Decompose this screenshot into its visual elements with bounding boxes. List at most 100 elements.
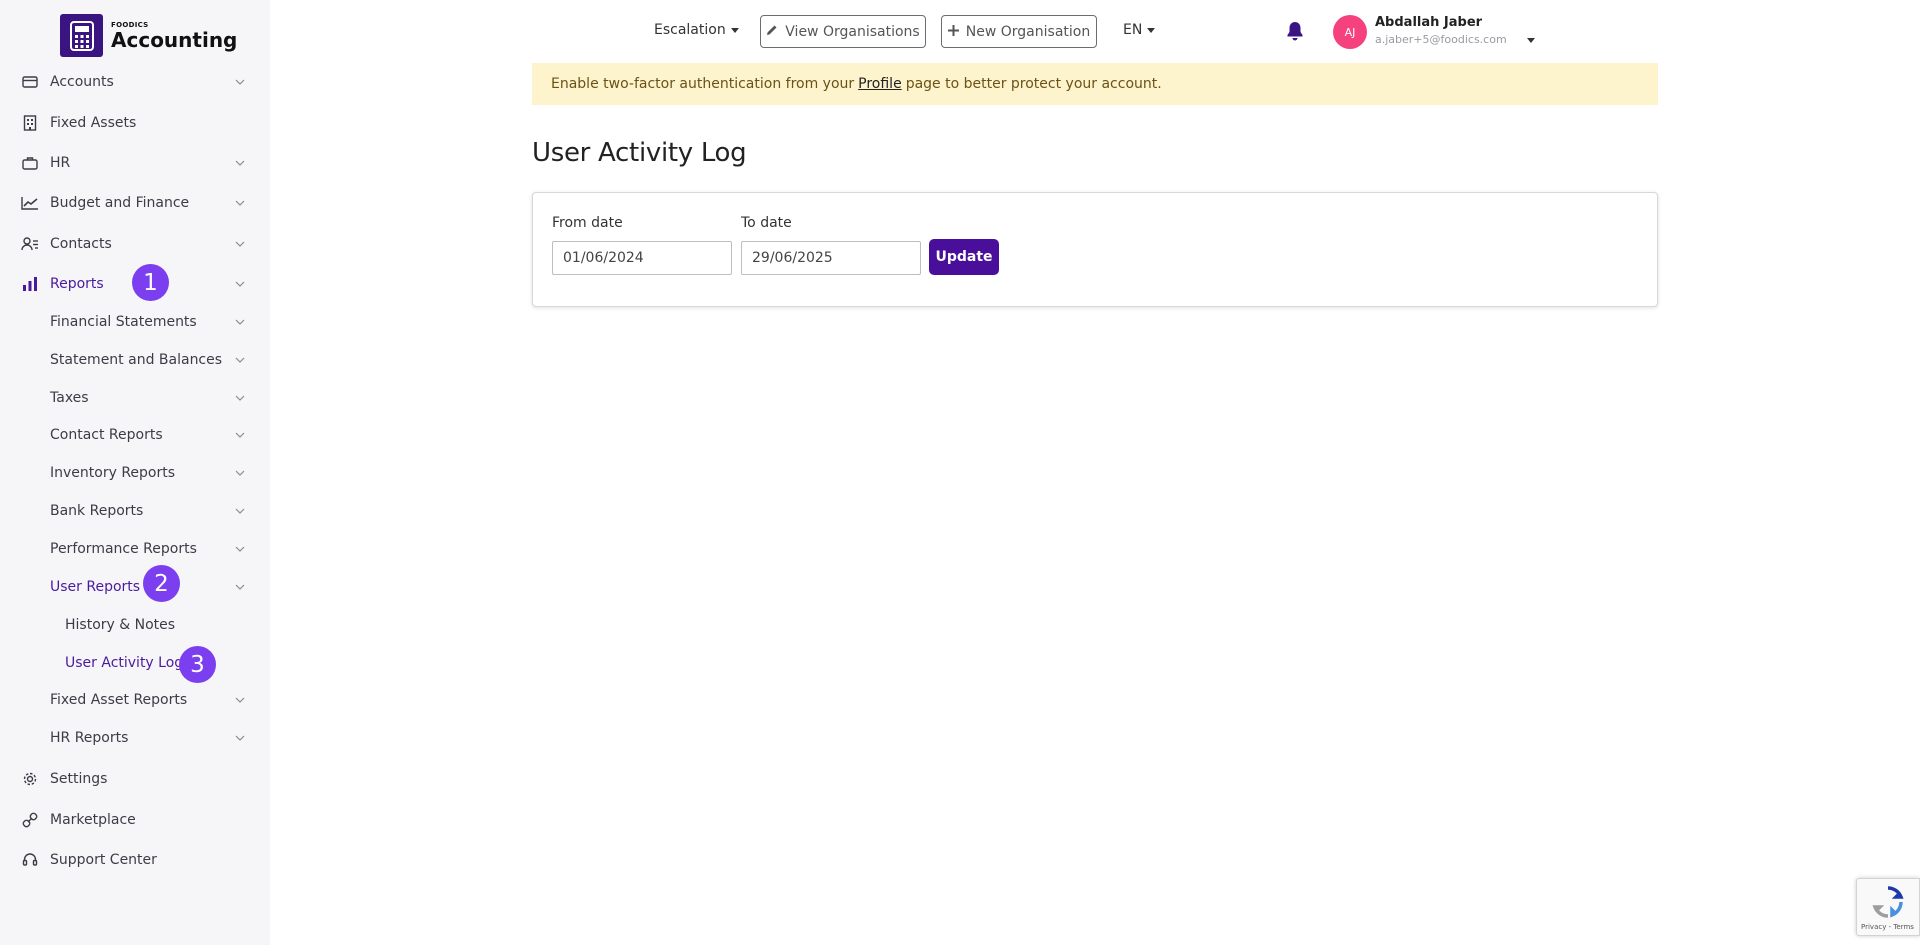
alert-text-after: page to better protect your account. (905, 76, 1162, 92)
sidebar-subitem-label: Inventory Reports (50, 465, 176, 481)
recaptcha-links[interactable]: Privacy - Terms (1861, 923, 1914, 931)
profile-link[interactable]: Profile (858, 76, 902, 92)
sidebar-item-budget-and-finance[interactable]: Budget and Finance (0, 188, 270, 218)
update-button[interactable]: Update (929, 239, 999, 275)
chevron-down-icon (234, 238, 246, 250)
sidebar-item-fixed-assets[interactable]: Fixed Assets (0, 108, 270, 138)
user-menu-caret-icon[interactable] (1527, 28, 1535, 47)
sidebar-subitem-label: History & Notes (65, 617, 176, 633)
sidebar-subitem-history-notes[interactable]: History & Notes (0, 610, 270, 640)
chevron-down-icon (234, 732, 246, 744)
view-organisations-button[interactable]: View Organisations (760, 15, 926, 48)
chevron-down-icon (234, 581, 246, 593)
wallet-icon (21, 73, 39, 91)
user-name[interactable]: Abdallah Jaber (1375, 15, 1482, 30)
sidebar-item-label: Contacts (50, 236, 112, 252)
sidebar-subitem-label: Fixed Asset Reports (50, 692, 188, 708)
sidebar-subitem-label: Financial Statements (50, 314, 197, 330)
escalation-dropdown[interactable]: Escalation (654, 22, 739, 38)
building-icon (21, 114, 39, 132)
sidebar-subitem-label: User Reports (50, 579, 141, 595)
sidebar-item-accounts[interactable]: Accounts (0, 67, 270, 97)
sidebar-subitem-label: Bank Reports (50, 503, 144, 519)
from-date-input[interactable] (552, 241, 732, 275)
sidebar-subitem-contact-reports[interactable]: Contact Reports (0, 420, 270, 450)
sidebar-subitem-performance-reports[interactable]: Performance Reports (0, 534, 270, 564)
pencil-icon (766, 24, 778, 40)
sidebar-subitem-user-activity-log[interactable]: User Activity Log (0, 648, 270, 678)
sidebar-subitem-financial-statements[interactable]: Financial Statements (0, 307, 270, 337)
chevron-down-icon (234, 467, 246, 479)
plus-icon (947, 24, 959, 40)
sidebar-subitem-inventory-reports[interactable]: Inventory Reports (0, 458, 270, 488)
escalation-label: Escalation (654, 22, 726, 38)
sidebar-item-settings[interactable]: Settings (0, 764, 270, 794)
sidebar-item-label: Marketplace (50, 812, 136, 828)
gear-icon (21, 770, 39, 788)
calculator-icon (60, 14, 103, 57)
two-factor-alert: Enable two-factor authentication from yo… (532, 63, 1658, 105)
sidebar-subitem-fixed-asset-reports[interactable]: Fixed Asset Reports (0, 685, 270, 715)
step-badge-3: 3 (179, 646, 216, 683)
sidebar-subitem-label: Performance Reports (50, 541, 197, 557)
sidebar-item-marketplace[interactable]: Marketplace (0, 805, 270, 835)
to-date-input[interactable] (741, 241, 921, 275)
avatar[interactable]: AJ (1333, 15, 1367, 49)
recaptcha-icon (1871, 885, 1905, 923)
sidebar-item-contacts[interactable]: Contacts (0, 229, 270, 259)
sidebar-subitem-label: Taxes (50, 390, 89, 406)
user-email: a.jaber+5@foodics.com (1375, 33, 1507, 46)
chevron-down-icon (234, 197, 246, 209)
sidebar-item-hr[interactable]: HR (0, 148, 270, 178)
new-organisation-label: New Organisation (965, 23, 1091, 40)
sidebar-item-label: Support Center (50, 852, 157, 868)
bar-chart-icon (21, 275, 39, 293)
sidebar-item-support-center[interactable]: Support Center (0, 845, 270, 875)
chevron-down-icon (234, 278, 246, 290)
caret-down-icon (1147, 27, 1156, 33)
chevron-down-icon (234, 354, 246, 366)
sidebar-item-label: Budget and Finance (50, 195, 190, 211)
logo-product: Accounting (111, 27, 238, 52)
sidebar-item-label: HR (50, 155, 71, 171)
step-badge-2: 2 (143, 565, 180, 602)
chevron-down-icon (234, 316, 246, 328)
new-organisation-button[interactable]: New Organisation (941, 15, 1097, 48)
sidebar-subitem-label: Statement and Balances (50, 352, 223, 368)
chevron-down-icon (234, 694, 246, 706)
chevron-down-icon (234, 76, 246, 88)
chevron-down-icon (234, 429, 246, 441)
step-badge-1: 1 (132, 264, 169, 301)
chevron-down-icon (234, 505, 246, 517)
sidebar-subitem-taxes[interactable]: Taxes (0, 383, 270, 413)
sidebar-subitem-hr-reports[interactable]: HR Reports (0, 723, 270, 753)
recaptcha-badge[interactable]: Privacy - Terms (1856, 878, 1920, 936)
language-label: EN (1123, 22, 1143, 38)
contacts-icon (21, 235, 39, 253)
app-logo[interactable]: FOODICS Accounting (60, 14, 237, 57)
sidebar-item-label: Reports (50, 276, 104, 292)
chevron-down-icon (234, 543, 246, 555)
chevron-down-icon (234, 392, 246, 404)
view-organisations-label: View Organisations (785, 23, 920, 40)
chevron-down-icon (234, 157, 246, 169)
bell-icon[interactable] (1286, 21, 1304, 45)
from-date-label: From date (552, 215, 623, 231)
sidebar-subitem-bank-reports[interactable]: Bank Reports (0, 496, 270, 526)
link-icon (21, 811, 39, 829)
language-dropdown[interactable]: EN (1123, 22, 1156, 38)
sidebar-item-label: Fixed Assets (50, 115, 137, 131)
sidebar-item-label: Accounts (50, 74, 114, 90)
briefcase-icon (21, 154, 39, 172)
alert-text-before: Enable two-factor authentication from yo… (551, 76, 855, 92)
sidebar: FOODICS Accounting Accounts Fixed Assets… (0, 0, 270, 945)
sidebar-subitem-label: Contact Reports (50, 427, 163, 443)
caret-down-icon (730, 27, 739, 33)
sidebar-subitem-label: HR Reports (50, 730, 129, 746)
date-filter-card: From date To date Update (532, 192, 1658, 307)
line-chart-icon (21, 194, 39, 212)
sidebar-subitem-statement-and-balances[interactable]: Statement and Balances (0, 345, 270, 375)
page-title: User Activity Log (532, 138, 747, 168)
sidebar-subitem-user-reports[interactable]: User Reports (0, 572, 270, 602)
sidebar-subitem-label: User Activity Log (65, 655, 184, 671)
